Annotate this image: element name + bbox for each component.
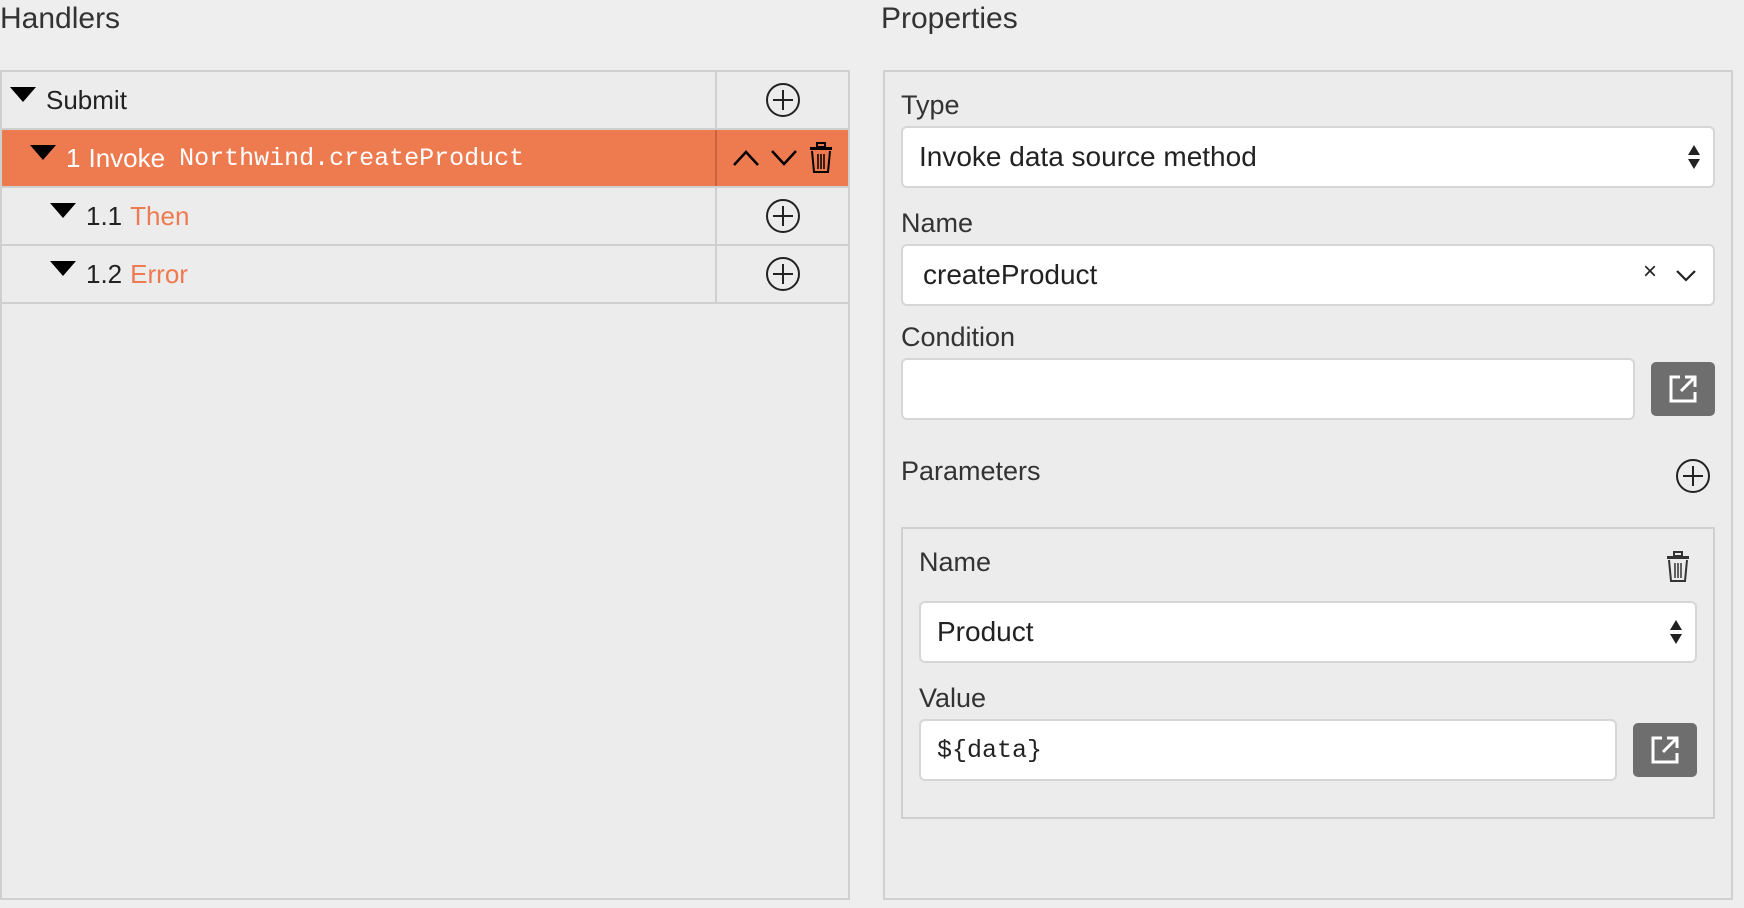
- param-value-text: ${data}: [937, 735, 1043, 765]
- plus-circle-icon[interactable]: [1675, 458, 1711, 499]
- handler-row-invoke[interactable]: 1 Invoke Northwind.createProduct: [2, 130, 848, 188]
- param-value-label: Value: [919, 683, 987, 713]
- handler-number: 1.2: [86, 258, 123, 289]
- properties-panel: Type Invoke data source method Name crea…: [883, 70, 1733, 900]
- handler-row-then[interactable]: 1.1 Then: [2, 188, 848, 246]
- caret-down-icon[interactable]: [50, 202, 76, 218]
- parameters-label: Parameters: [901, 456, 1041, 486]
- parameter-item: Name Product Value ${data}: [901, 527, 1715, 819]
- properties-title: Properties: [881, 2, 1018, 35]
- plus-circle-icon[interactable]: [765, 256, 801, 292]
- chevron-down-icon[interactable]: [770, 148, 798, 168]
- caret-down-icon[interactable]: [10, 86, 36, 102]
- param-name-select[interactable]: Product: [919, 601, 1697, 663]
- updown-icon: [1670, 620, 1682, 644]
- handler-number: 1: [66, 142, 81, 173]
- caret-down-icon[interactable]: [30, 144, 56, 160]
- trash-icon[interactable]: [808, 142, 834, 174]
- handler-label: Error: [130, 258, 188, 289]
- handler-label: Submit: [46, 84, 127, 115]
- name-select-value: createProduct: [923, 259, 1098, 290]
- handler-row-submit[interactable]: Submit: [2, 72, 848, 130]
- chevron-down-icon[interactable]: [1675, 268, 1697, 284]
- external-edit-icon: [1669, 375, 1697, 403]
- plus-circle-icon[interactable]: [765, 82, 801, 118]
- handler-row-error[interactable]: 1.2 Error: [2, 246, 848, 304]
- updown-icon: [1688, 145, 1700, 169]
- trash-icon[interactable]: [1665, 551, 1691, 588]
- handler-label: Then: [130, 200, 190, 231]
- param-value-edit-button[interactable]: [1633, 723, 1697, 777]
- condition-input[interactable]: [901, 358, 1635, 420]
- param-name-value: Product: [937, 616, 1034, 647]
- handlers-panel: Submit 1 Invoke Northwind.createProduct: [0, 70, 850, 900]
- plus-circle-icon[interactable]: [765, 198, 801, 234]
- param-value-input[interactable]: ${data}: [919, 719, 1617, 781]
- param-name-label: Name: [919, 547, 992, 577]
- caret-down-icon[interactable]: [50, 260, 76, 276]
- handlers-title: Handlers: [0, 2, 121, 35]
- type-label: Type: [901, 90, 960, 120]
- condition-edit-button[interactable]: [1651, 362, 1715, 416]
- external-edit-icon: [1651, 736, 1679, 764]
- handler-method-code: Northwind.createProduct: [179, 143, 525, 173]
- name-select[interactable]: createProduct ×: [901, 244, 1715, 306]
- clear-icon[interactable]: ×: [1643, 258, 1657, 286]
- handler-label: Invoke: [88, 142, 166, 173]
- condition-label: Condition: [901, 322, 1016, 352]
- type-select[interactable]: Invoke data source method: [901, 126, 1715, 188]
- type-select-value: Invoke data source method: [919, 141, 1257, 172]
- name-label: Name: [901, 208, 974, 238]
- chevron-up-icon[interactable]: [732, 148, 760, 168]
- handler-number: 1.1: [86, 200, 123, 231]
